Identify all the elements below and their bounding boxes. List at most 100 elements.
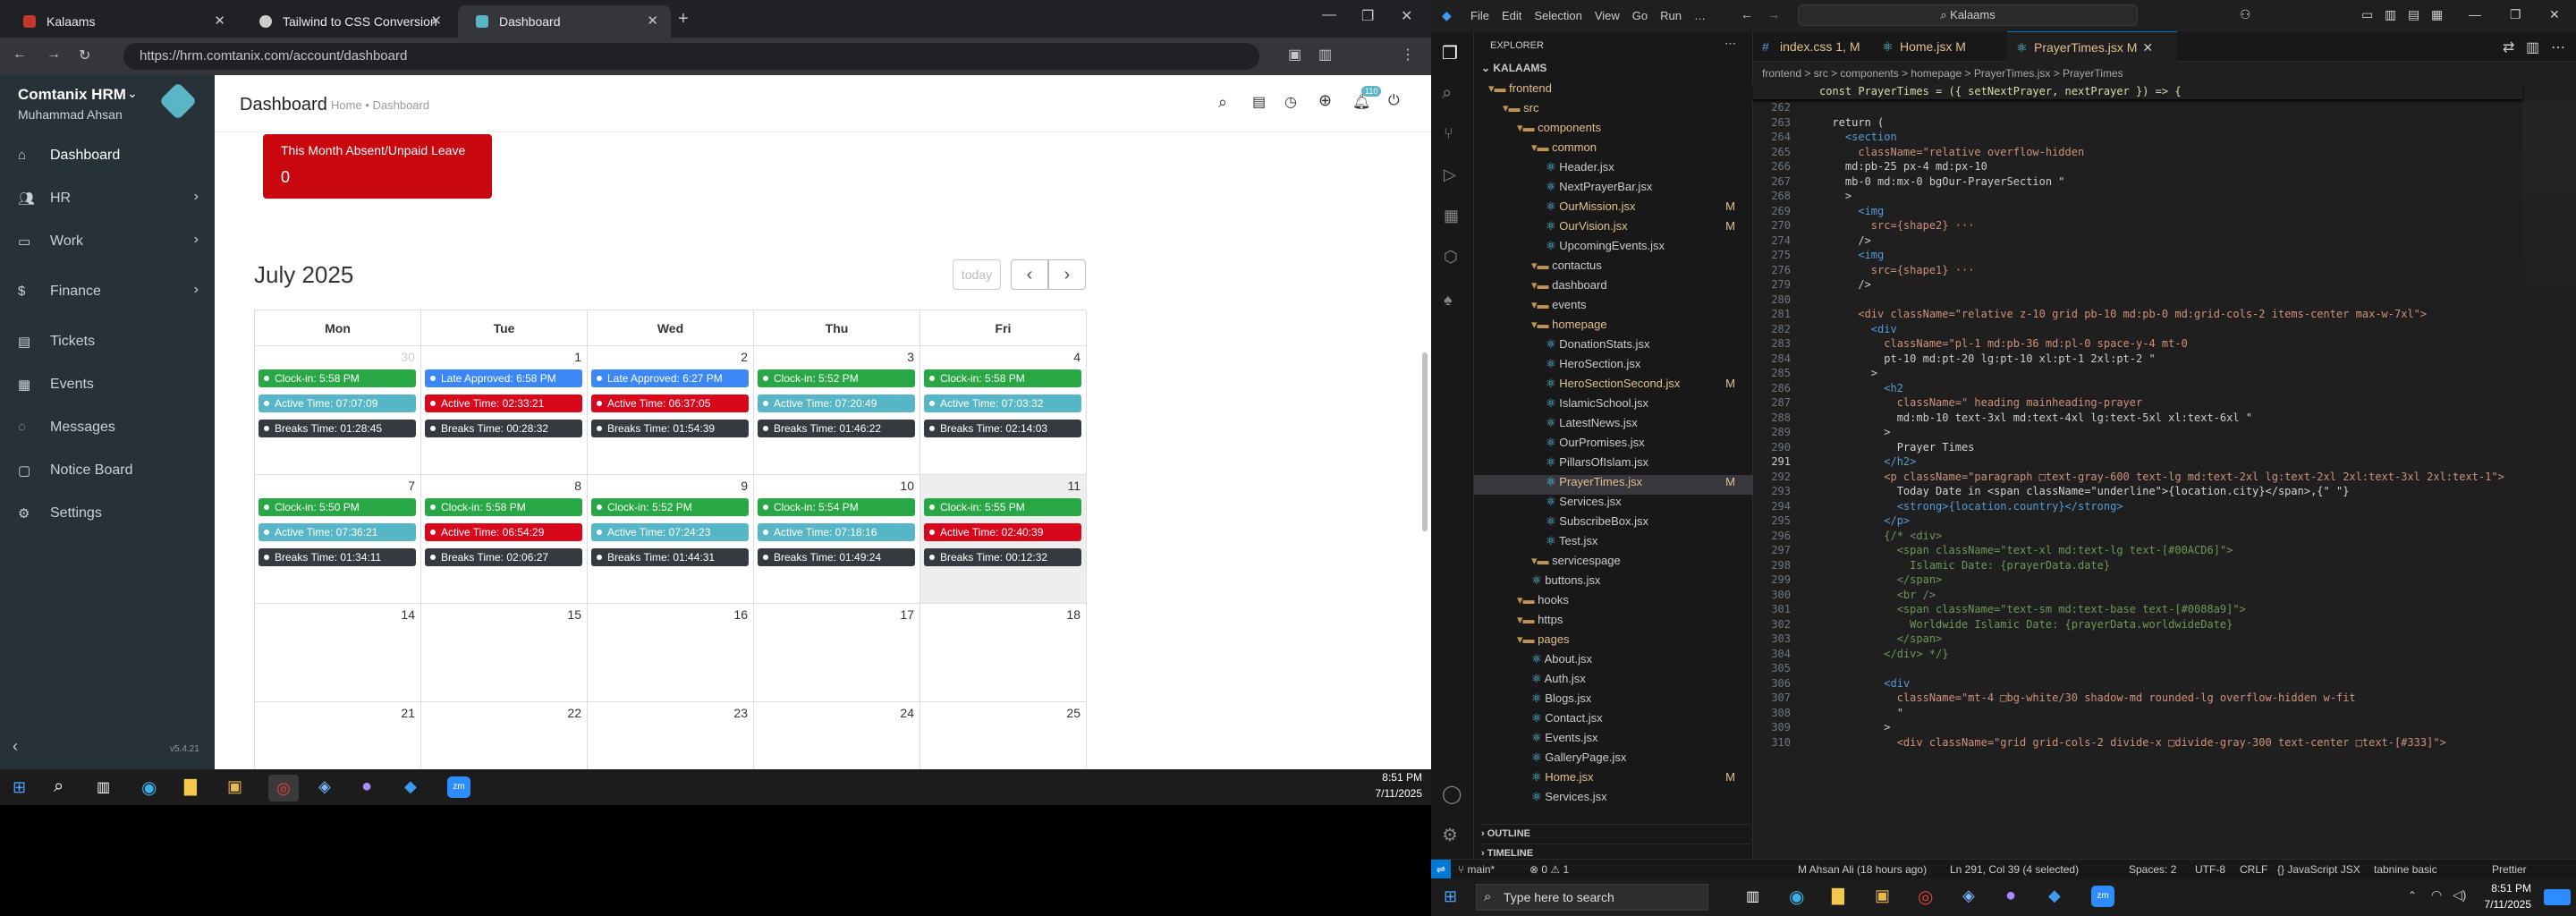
outline-section[interactable]: › OUTLINE [1481,824,1750,839]
attendance-event[interactable]: Breaks Time: 01:49:24 [758,548,915,566]
indentation[interactable]: Spaces: 2 [2129,863,2176,876]
attendance-event[interactable]: Active Time: 07:18:16 [758,523,915,541]
calendar-day-cell[interactable]: 15 [421,604,588,702]
sidebar-item-dashboard[interactable]: ⌂ Dashboard [0,134,215,177]
attendance-event[interactable]: Active Time: 02:33:21 [425,394,582,412]
sidebar-item-finance[interactable]: $ Finance › [0,270,215,313]
zoom-icon[interactable]: zm [447,776,470,798]
split-editor-icon[interactable]: ▥ [2526,38,2539,56]
tree-folder[interactable]: ▾▬ components [1474,121,1753,140]
tree-folder[interactable]: ▾▬ pages [1474,632,1753,652]
app-icon[interactable]: ◈ [1962,886,1975,905]
tree-folder[interactable]: ▾▬ contactus [1474,259,1753,278]
sidebar-item-events[interactable]: ▦ Events [0,363,215,406]
close-tab-icon[interactable]: ✕ [214,13,225,29]
github-icon[interactable]: ● [361,776,372,797]
tree-folder[interactable]: ▾▬ hooks [1474,593,1753,613]
edge-icon[interactable]: ◉ [1789,886,1804,908]
chrome-icon[interactable]: ◎ [1918,886,1933,908]
code-editor[interactable]: 262 263 return (264 <section 265 className… [1753,101,2522,858]
attendance-event[interactable]: Clock-in: 5:58 PM [924,369,1081,387]
tree-file[interactable]: ⚛ Blogs.jsx [1474,691,1753,711]
tree-folder[interactable]: ▾▬ servicespage [1474,554,1753,573]
maximize-icon[interactable]: ❐ [2510,7,2521,22]
calendar-day-cell[interactable]: 4 Clock-in: 5:58 PM Active Time: 07:03:32 B… [920,346,1087,475]
tree-folder[interactable]: ▾▬ homepage [1474,318,1753,337]
volume-icon[interactable]: ◁) [2453,887,2466,903]
manage-gear-icon[interactable]: ⚙ [1442,824,1458,846]
attendance-event[interactable]: Breaks Time: 02:14:03 [924,420,1081,437]
minimize-icon[interactable]: — [2469,7,2481,21]
next-month-button[interactable]: › [1048,259,1086,290]
tree-folder[interactable]: ▾▬ frontend [1474,81,1753,101]
explorer-icon[interactable]: ❐ [1442,42,1458,64]
chrome-icon[interactable]: ◎ [268,775,299,802]
tree-file[interactable]: ⚛ DonationStats.jsx [1474,337,1753,357]
close-window-icon[interactable]: ✕ [2549,7,2560,22]
search-icon[interactable]: ⌕ [54,776,64,797]
attendance-event[interactable]: Breaks Time: 02:06:27 [425,548,582,566]
prev-month-button[interactable]: ‹ [1011,259,1048,290]
taskbar-search-box[interactable]: ⌕ Type here to search [1476,884,1708,911]
browser-tab-kalaams[interactable]: Kalaams ✕ [5,5,238,38]
url-input[interactable]: https://hrm.comtanix.com/account/dashboa… [123,43,1259,70]
attendance-event[interactable]: Clock-in: 5:50 PM [258,498,416,516]
timeline-section[interactable]: › TIMELINE [1481,844,1750,859]
tree-file[interactable]: ⚛ Auth.jsx [1474,672,1753,691]
menu-item[interactable]: … [1694,9,1706,22]
back-icon[interactable]: ← [13,47,27,63]
calendar-day-cell[interactable]: 14 [255,604,421,702]
remote-indicator-icon[interactable]: ⇌ [1431,860,1451,879]
zoom-icon[interactable]: zm [2091,886,2114,907]
attendance-event[interactable]: Clock-in: 5:58 PM [258,369,416,387]
problems-count[interactable]: ⊗ 0 ⚠ 1 [1530,863,1569,876]
store-icon[interactable]: ▣ [227,777,242,796]
tree-folder[interactable]: ▾▬ common [1474,140,1753,160]
add-icon[interactable]: ⊕ [1318,91,1332,110]
more-actions-icon[interactable]: ⋯ [2551,38,2565,56]
tree-file[interactable]: ⚛ Events.jsx [1474,731,1753,751]
attendance-event[interactable]: Active Time: 06:54:29 [425,523,582,541]
calendar-day-cell[interactable]: 25 [920,702,1087,769]
tree-file[interactable]: ⚛ GalleryPage.jsx [1474,751,1753,770]
browser-tab-dashboard[interactable]: Dashboard ✕ [458,5,671,38]
forward-icon[interactable]: → [1767,7,1780,21]
tab-home-jsx[interactable]: ⚛ Home.jsx M [1873,31,2007,62]
attendance-event[interactable]: Clock-in: 5:52 PM [591,498,749,516]
search-icon[interactable]: ⌕ [1442,83,1452,104]
edge-icon[interactable]: ◉ [141,776,157,799]
copilot-icon[interactable]: ⚇ [2240,7,2251,22]
chevron-down-icon[interactable]: ⌄ [127,86,138,101]
tree-file[interactable]: ⚛ UpcomingEvents.jsx [1474,239,1753,259]
tree-file[interactable]: ⚛ Header.jsx [1474,160,1753,180]
cursor-position[interactable]: Ln 291, Col 39 (4 selected) [1950,863,2079,876]
secondary-sidebar-icon[interactable]: ▦ [2431,7,2443,22]
language-mode[interactable]: {} JavaScript JSX [2277,863,2360,876]
attendance-event[interactable]: Late Approved: 6:27 PM [591,369,749,387]
compare-icon[interactable]: ⇄ [2503,38,2514,56]
search-icon[interactable]: ⌕ [1218,93,1227,112]
calendar-day-cell[interactable]: 1 Late Approved: 6:58 PM Active Time: 02:3… [421,346,588,475]
close-tab-icon[interactable]: ✕ [430,13,442,29]
tree-file[interactable]: ⚛ Home.jsx M [1474,770,1753,790]
tab-index-css[interactable]: # index.css 1, M [1753,31,1873,62]
calendar-day-cell[interactable]: 3 Clock-in: 5:52 PM Active Time: 07:20:49 B… [754,346,920,475]
wifi-icon[interactable]: ◠ [2431,887,2442,903]
tree-file[interactable]: ⚛ OurVision.jsx M [1474,219,1753,239]
close-tab-icon[interactable]: ✕ [2142,40,2153,55]
file-explorer-icon[interactable]: ▇ [184,777,197,796]
menu-item[interactable]: Run [1660,9,1682,22]
menu-item[interactable]: Edit [1502,9,1521,22]
attendance-event[interactable]: Active Time: 07:20:49 [758,394,915,412]
git-branch[interactable]: ⑂ main* [1458,863,1495,876]
windows-start-icon[interactable]: ⊞ [13,778,26,797]
sidebar-item-work[interactable]: ▭ Work › [0,220,215,263]
tree-folder[interactable]: ▾▬ https [1474,613,1753,632]
tree-file[interactable]: ⚛ Test.jsx [1474,534,1753,554]
browser-menu-icon[interactable]: ⋮ [1401,46,1415,64]
tree-file[interactable]: ⚛ OurPromises.jsx [1474,436,1753,455]
attendance-event[interactable]: Breaks Time: 01:28:45 [258,420,416,437]
more-actions-icon[interactable]: ⋯ [1724,37,1736,51]
mongodb-icon[interactable]: ♠ [1444,291,1453,310]
github-icon[interactable]: ● [2005,886,2016,906]
